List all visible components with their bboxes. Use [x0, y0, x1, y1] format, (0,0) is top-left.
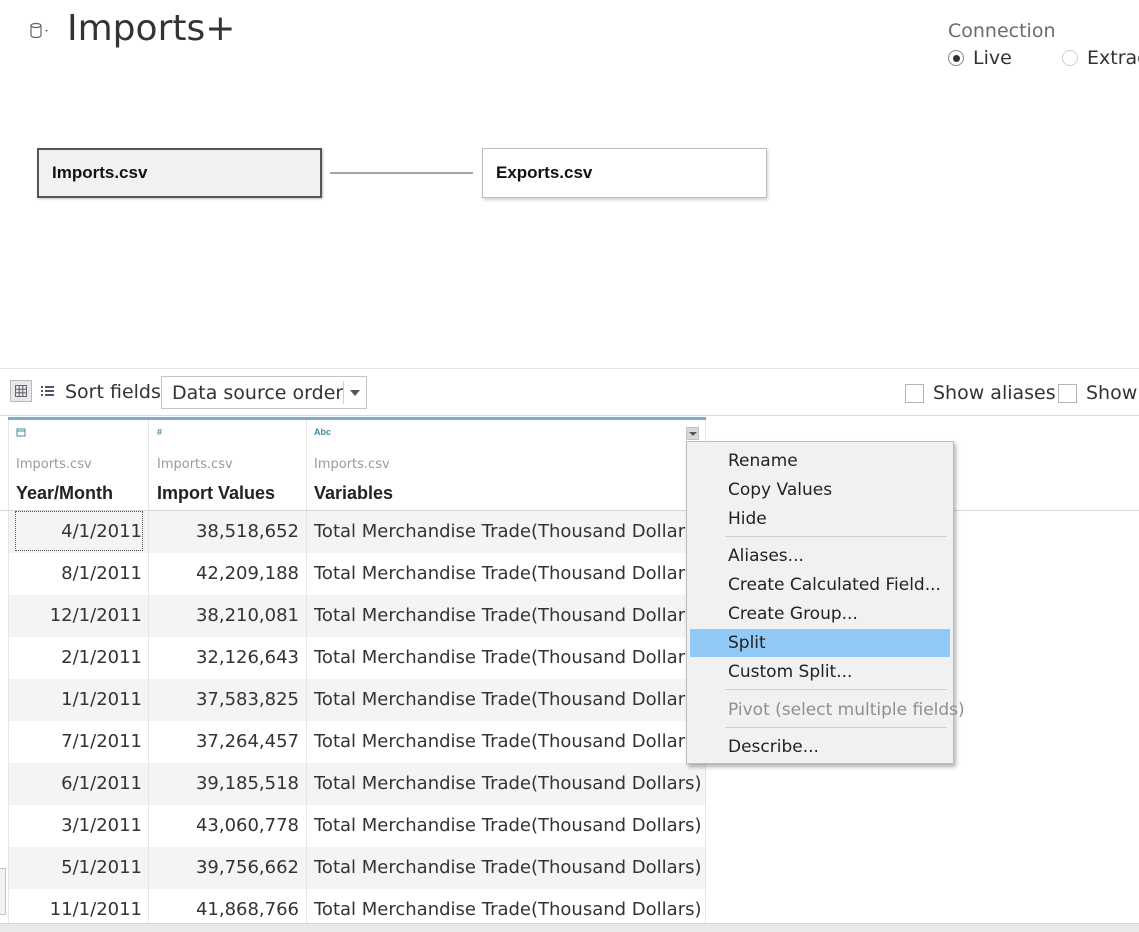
- menu-item-aliases[interactable]: Aliases...: [690, 542, 950, 570]
- cell-import-value[interactable]: 38,518,652: [148, 511, 299, 553]
- dropdown-divider: [343, 381, 344, 404]
- column-menu-dropdown-button[interactable]: [686, 427, 699, 440]
- radio-selected-icon: [948, 50, 964, 66]
- column-header-row: Imports.csv Year/Month # Imports.csv Imp…: [0, 417, 706, 511]
- cell-variable[interactable]: Total Merchandise Trade(Thousand Dollars…: [314, 553, 702, 595]
- cell-import-value[interactable]: 37,264,457: [148, 721, 299, 763]
- exports-table-box[interactable]: Exports.csv: [482, 148, 767, 198]
- cell-variable[interactable]: Total Merchandise Trade(Thousand Dollars…: [314, 595, 702, 637]
- data-source-icon[interactable]: [30, 22, 52, 40]
- imports-table-label: Imports.csv: [52, 163, 148, 182]
- grid-view-icon[interactable]: [10, 380, 32, 402]
- live-label: Live: [973, 47, 1012, 69]
- cell-focus-outline: [15, 511, 143, 551]
- menu-separator: [725, 536, 947, 537]
- menu-item-copy-values[interactable]: Copy Values: [690, 476, 950, 504]
- grid-toolbar: Sort fields Data source order Show alias…: [0, 368, 1139, 416]
- column-header-variables[interactable]: Abc Imports.csv Variables: [314, 417, 674, 511]
- cell-year-month[interactable]: 3/1/2011: [8, 805, 142, 847]
- menu-item-rename[interactable]: Rename: [690, 447, 950, 475]
- data-grid: Imports.csv Year/Month # Imports.csv Imp…: [0, 417, 706, 931]
- table-row-cells: 7/1/2011 37,264,457 Total Merchandise Tr…: [8, 721, 706, 763]
- menu-item-pivot: Pivot (select multiple fields): [728, 700, 965, 720]
- cell-import-value[interactable]: 32,126,643: [148, 637, 299, 679]
- cell-year-month[interactable]: 7/1/2011: [8, 721, 142, 763]
- cell-year-month[interactable]: 6/1/2011: [8, 763, 142, 805]
- table-row-cells: 3/1/2011 43,060,778 Total Merchandise Tr…: [8, 805, 706, 847]
- vertical-scrollbar-thumb[interactable]: [0, 868, 6, 915]
- extract-label: Extrac: [1087, 47, 1139, 69]
- table-row-cells: 12/1/2011 38,210,081 Total Merchandise T…: [8, 595, 706, 637]
- exports-table-label: Exports.csv: [496, 163, 593, 182]
- table-row-cells: 8/1/2011 42,209,188 Total Merchandise Tr…: [8, 553, 706, 595]
- cell-year-month[interactable]: 8/1/2011: [8, 553, 142, 595]
- number-type-icon[interactable]: #: [157, 427, 162, 437]
- live-radio[interactable]: Live: [948, 47, 1012, 69]
- calendar-icon[interactable]: [16, 427, 26, 437]
- checkbox-icon: [1058, 383, 1077, 403]
- extract-radio[interactable]: Extrac: [1062, 47, 1139, 69]
- show-aliases-label: Show aliases: [933, 382, 1056, 404]
- cell-year-month[interactable]: 2/1/2011: [8, 637, 142, 679]
- menu-item-split[interactable]: Split: [690, 629, 950, 657]
- cell-variable[interactable]: Total Merchandise Trade(Thousand Dollars…: [314, 847, 702, 889]
- connection-label: Connection: [948, 20, 1056, 42]
- cell-import-value[interactable]: 42,209,188: [148, 553, 299, 595]
- cell-import-value[interactable]: 37,583,825: [148, 679, 299, 721]
- cell-import-value[interactable]: 38,210,081: [148, 595, 299, 637]
- imports-table-box[interactable]: Imports.csv: [37, 148, 322, 198]
- column-source: Imports.csv: [16, 457, 92, 472]
- table-row-cells: 2/1/2011 32,126,643 Total Merchandise Tr…: [8, 637, 706, 679]
- column-name: Year/Month: [16, 483, 114, 503]
- join-connector[interactable]: [330, 172, 473, 174]
- column-source: Imports.csv: [314, 457, 390, 472]
- table-row-cells: 1/1/2011 37,583,825 Total Merchandise Tr…: [8, 679, 706, 721]
- menu-item-create-group[interactable]: Create Group...: [690, 600, 950, 628]
- sort-fields-dropdown[interactable]: Data source order: [161, 376, 367, 409]
- cell-variable[interactable]: Total Merchandise Trade(Thousand Dollars…: [314, 721, 702, 763]
- cell-import-value[interactable]: 39,185,518: [148, 763, 299, 805]
- radio-unselected-icon: [1062, 50, 1078, 66]
- cell-import-value[interactable]: 43,060,778: [148, 805, 299, 847]
- sort-fields-value: Data source order: [172, 382, 344, 404]
- cell-import-value[interactable]: 39,756,662: [148, 847, 299, 889]
- menu-item-describe[interactable]: Describe...: [690, 733, 950, 761]
- column-header-import-values[interactable]: # Imports.csv Import Values: [157, 417, 302, 511]
- cell-year-month[interactable]: 5/1/2011: [8, 847, 142, 889]
- table-row-cells: 6/1/2011 39,185,518 Total Merchandise Tr…: [8, 763, 706, 805]
- string-type-icon[interactable]: Abc: [314, 427, 331, 437]
- column-header-year-month[interactable]: Imports.csv Year/Month: [16, 417, 146, 511]
- cell-variable[interactable]: Total Merchandise Trade(Thousand Dollars…: [314, 763, 702, 805]
- column-context-menu: Rename Copy Values Hide Aliases... Creat…: [686, 441, 965, 764]
- sort-fields-label: Sort fields: [65, 381, 161, 403]
- menu-separator: [725, 689, 947, 690]
- menu-item-hide[interactable]: Hide: [690, 505, 950, 533]
- menu-item-custom-split[interactable]: Custom Split...: [690, 658, 950, 686]
- cell-year-month[interactable]: 1/1/2011: [8, 679, 142, 721]
- cell-variable[interactable]: Total Merchandise Trade(Thousand Dollars…: [314, 805, 702, 847]
- column-name: Variables: [314, 483, 394, 503]
- table-row-cells: 5/1/2011 39,756,662 Total Merchandise Tr…: [8, 847, 706, 889]
- cell-year-month[interactable]: 12/1/2011: [8, 595, 142, 637]
- menu-separator: [725, 727, 947, 728]
- cell-variable[interactable]: Total Merchandise Trade(Thousand Dollars…: [314, 679, 702, 721]
- show-aliases-checkbox[interactable]: Show aliases: [905, 382, 1056, 404]
- data-source-title[interactable]: Imports+: [67, 8, 235, 49]
- menu-item-create-calculated-field[interactable]: Create Calculated Field...: [690, 571, 950, 599]
- checkbox-icon: [905, 383, 924, 403]
- cell-variable[interactable]: Total Merchandise Trade(Thousand Dollars…: [314, 637, 702, 679]
- cell-variable[interactable]: Total Merchandise Trade(Thousand Dollars…: [314, 511, 702, 553]
- show-hidden-fields-label: Show: [1086, 382, 1138, 404]
- list-view-icon[interactable]: [38, 381, 56, 401]
- column-name: Import Values: [157, 483, 276, 503]
- show-hidden-fields-checkbox[interactable]: Show: [1058, 382, 1137, 404]
- column-source: Imports.csv: [157, 457, 233, 472]
- chevron-down-icon: [350, 390, 360, 396]
